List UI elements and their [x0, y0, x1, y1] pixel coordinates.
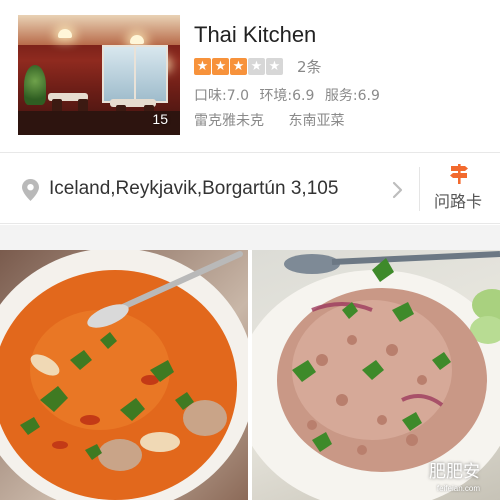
tag-cuisine: 东南亚菜 [288, 113, 345, 129]
star-empty-icon: ★ [248, 58, 265, 75]
soup-illustration [0, 250, 248, 500]
star-empty-icon: ★ [266, 58, 283, 75]
score-line: 口味:7.0 环境:6.9 服务:6.9 [194, 86, 386, 106]
star-filled-icon: ★ [194, 58, 211, 75]
location-pin-icon [22, 179, 39, 201]
salad-photo[interactable]: 肥肥安 feifeian.com [252, 250, 500, 500]
route-card-button[interactable]: 问路卡 [420, 153, 500, 223]
category-tags: 雷克雅未克 东南亚菜 [194, 111, 364, 131]
restaurant-detail-screen: 15 Thai Kitchen ★ ★ ★ ★ ★ 2条 口味:7.0 环境:6.9 服… [0, 0, 500, 500]
address-row[interactable]: Iceland,Reykjavik,Borgartún 3,105 问路卡 [0, 152, 500, 224]
signpost-icon [450, 164, 468, 184]
photo-count: 15 [152, 111, 168, 127]
chevron-right-icon [392, 181, 403, 199]
star-rating: ★ ★ ★ ★ ★ [194, 58, 284, 76]
soup-photo[interactable] [0, 250, 248, 500]
star-filled-icon: ★ [212, 58, 229, 75]
service-score: 服务:6.9 [324, 88, 380, 104]
star-filled-icon: ★ [230, 58, 247, 75]
restaurant-header-card: 15 Thai Kitchen ★ ★ ★ ★ ★ 2条 口味:7.0 环境:6.9 服… [0, 0, 500, 150]
route-card-label: 问路卡 [434, 192, 483, 211]
tag-city: 雷克雅未克 [194, 113, 264, 129]
restaurant-photo-thumbnail[interactable]: 15 [18, 15, 180, 135]
environment-score: 环境:6.9 [259, 88, 315, 104]
watermark-url: feifeian.com [436, 484, 480, 493]
taste-score: 口味:7.0 [194, 88, 249, 104]
photo-gallery: 肥肥安 feifeian.com [0, 250, 500, 500]
address-text: Iceland,Reykjavik,Borgartún 3,105 [49, 178, 339, 199]
review-count[interactable]: 2条 [297, 57, 322, 77]
watermark: 肥肥安 [429, 462, 480, 482]
section-gap [0, 225, 500, 250]
restaurant-name: Thai Kitchen [194, 22, 317, 47]
